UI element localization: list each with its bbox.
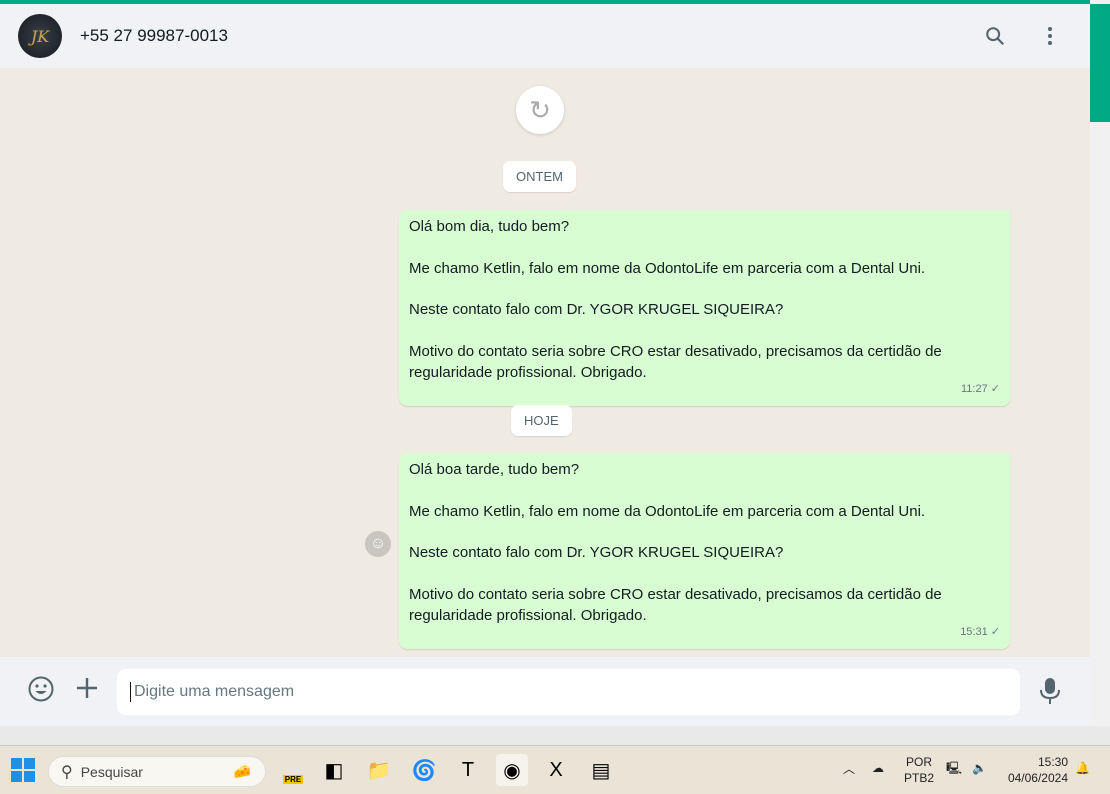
chat-area: ↻ ONTEM Olá bom dia, tudo bem? Me chamo …: [0, 68, 1090, 657]
microphone-icon[interactable]: [1039, 677, 1061, 712]
refresh-icon[interactable]: ↻: [516, 86, 564, 134]
clock[interactable]: 15:30 04/06/2024: [1004, 754, 1068, 786]
search-icon[interactable]: [981, 22, 1009, 50]
copilot-icon[interactable]: PRE: [277, 754, 309, 786]
check-icon: ✓: [990, 383, 1000, 396]
scrollbar[interactable]: [1090, 0, 1110, 726]
emoji-icon[interactable]: [27, 675, 55, 710]
edge-icon[interactable]: 🌀: [408, 754, 440, 786]
message-line: Motivo do contato seria sobre CRO estar …: [409, 342, 942, 381]
network-icon[interactable]: 🖳: [946, 760, 962, 776]
message-line: Olá boa tarde, tudo bem?: [409, 461, 580, 478]
scrollbar-thumb[interactable]: [1090, 4, 1110, 122]
check-icon: ✓: [990, 626, 1000, 639]
reaction-emoji-icon[interactable]: ☺: [365, 531, 391, 557]
language-indicator[interactable]: POR PTB2: [904, 754, 934, 786]
date-divider: HOJE: [511, 405, 572, 436]
language: POR: [906, 755, 933, 769]
time: 15:30: [1037, 755, 1068, 769]
task-view-icon[interactable]: ◧: [318, 754, 350, 786]
message-time: 11:27: [961, 383, 988, 396]
message-bubble[interactable]: Olá bom dia, tudo bem? Me chamo Ketlin, …: [399, 210, 1010, 407]
windows-start-icon[interactable]: [7, 754, 39, 786]
chat-header: JK +55 27 99987-0013: [0, 4, 1090, 68]
message-time: 15:31: [960, 626, 988, 639]
contact-name[interactable]: +55 27 99987-0013: [80, 26, 228, 46]
composer: Digite uma mensagem: [0, 657, 1090, 726]
tray-overflow-icon[interactable]: ︿: [843, 761, 855, 777]
volume-icon[interactable]: 🔈: [972, 760, 987, 776]
date: 04/06/2024: [1007, 771, 1068, 785]
copilot-badge: PRE: [282, 774, 304, 784]
message-line: Neste contato falo com Dr. YGOR KRUGEL S…: [409, 301, 784, 319]
keyboard-layout: PTB2: [904, 771, 935, 785]
date-divider: ONTEM: [503, 161, 576, 192]
message-bubble[interactable]: Olá boa tarde, tudo bem? Me chamo Ketlin…: [399, 453, 1010, 650]
notepad-icon[interactable]: ▤: [585, 754, 617, 786]
taskbar-search[interactable]: ⚲ Pesquisar 🧀: [48, 756, 266, 787]
search-label: Pesquisar: [80, 763, 143, 780]
excel-icon[interactable]: X: [540, 754, 572, 786]
teams-icon[interactable]: T: [452, 754, 484, 786]
file-explorer-icon[interactable]: 📁: [363, 754, 395, 786]
onedrive-offline-icon[interactable]: ☁: [872, 760, 884, 776]
chrome-icon[interactable]: ◉: [496, 754, 528, 786]
message-line: Olá bom dia, tudo bem?: [409, 218, 570, 235]
message-line: Me chamo Ketlin, falo em nome da OdontoL…: [409, 502, 926, 520]
taskbar: ⚲ Pesquisar 🧀 PRE ◧ 📁 🌀 T ◉ X ▤ ︿ ☁ POR PTB…: [0, 745, 1110, 794]
attach-plus-icon[interactable]: [74, 675, 100, 708]
message-input[interactable]: Digite uma mensagem: [117, 669, 1020, 715]
avatar[interactable]: JK: [18, 14, 62, 58]
message-line: Me chamo Ketlin, falo em nome da OdontoL…: [409, 259, 926, 277]
menu-icon[interactable]: [1036, 22, 1064, 50]
message-line: Motivo do contato seria sobre CRO estar …: [409, 585, 942, 624]
search-icon: ⚲: [61, 763, 73, 781]
message-line: Neste contato falo com Dr. YGOR KRUGEL S…: [409, 544, 784, 562]
search-highlight-icon: 🧀: [233, 763, 251, 779]
notification-bell-icon[interactable]: 🔔: [1075, 760, 1090, 776]
